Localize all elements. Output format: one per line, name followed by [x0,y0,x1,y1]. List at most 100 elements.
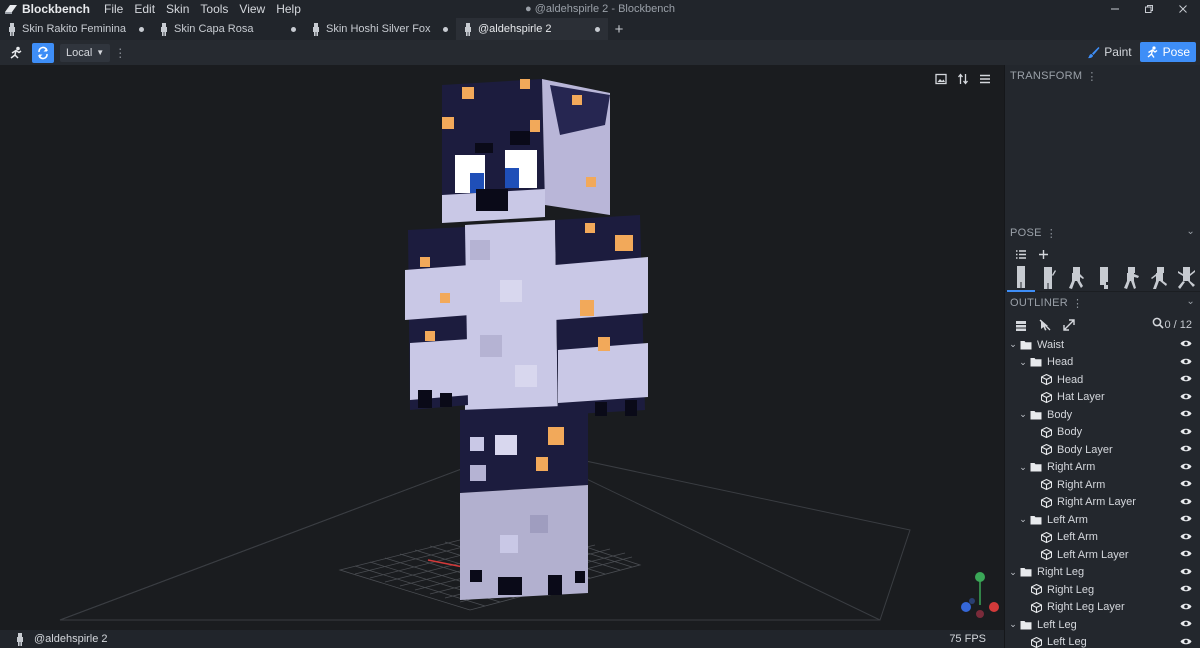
pose-panel-header[interactable]: POSE ⋮ ⌄ [1005,222,1200,244]
visibility-eye-icon[interactable] [1180,619,1192,631]
outliner-cube-row[interactable]: Right Leg Layer [1005,599,1200,617]
visibility-eye-icon[interactable] [1180,409,1192,421]
visibility-eye-icon[interactable] [1180,374,1192,386]
model-left-arm[interactable] [555,215,648,416]
viewport-menu-button[interactable] [974,69,996,89]
outliner-cube-row[interactable]: Hat Layer [1005,389,1200,407]
toolbar-more-icon[interactable]: ⋮ [114,46,126,60]
pose-preset-wave[interactable] [1035,264,1063,292]
pose-list-button[interactable] [1010,249,1032,260]
model-body[interactable] [465,220,558,435]
pose-preset-walk[interactable] [1062,264,1090,292]
menu-help[interactable]: Help [276,2,301,16]
pose-preset-sit[interactable] [1090,264,1118,292]
model-right-arm[interactable] [405,227,470,410]
axis-gizmo[interactable] [961,572,999,618]
expand-all-button[interactable] [1057,319,1081,331]
pose-tool-button[interactable] [5,43,27,63]
model-legs[interactable] [460,405,588,600]
pose-preset-jump[interactable] [1172,264,1200,292]
new-tab-button[interactable]: + [608,18,630,40]
unsaved-dot-icon[interactable] [291,26,296,32]
visibility-eye-icon[interactable] [1180,479,1192,491]
visibility-eye-icon[interactable] [1180,637,1192,648]
chevron-down-icon[interactable]: ⌄ [1017,357,1029,368]
add-pose-button[interactable] [1032,249,1054,260]
outliner-panel-header[interactable]: OUTLINER ⋮ ⌄ [1005,292,1200,314]
sort-button[interactable] [952,69,974,89]
tab-skin-rakito-feminina[interactable]: Skin Rakito Feminina [0,18,152,40]
menu-edit[interactable]: Edit [134,2,155,16]
outliner-cube-row[interactable]: Body Layer [1005,441,1200,459]
paint-mode-button[interactable]: Paint [1081,42,1137,62]
outliner-group-row[interactable]: ⌄ Waist [1005,336,1200,354]
visibility-eye-icon[interactable] [1180,427,1192,439]
pose-preset-default[interactable] [1007,264,1035,292]
outliner-group-row[interactable]: ⌄ Body [1005,406,1200,424]
unsaved-dot-icon[interactable] [595,26,600,32]
more-icon[interactable]: ⋮ [1046,227,1057,240]
more-icon[interactable]: ⋮ [1086,70,1097,83]
menu-file[interactable]: File [104,2,123,16]
outliner-cube-row[interactable]: Left Arm Layer [1005,546,1200,564]
outliner-list-toggle[interactable] [1009,320,1033,331]
chevron-down-icon[interactable]: ⌄ [1007,567,1019,578]
visibility-eye-icon[interactable] [1180,514,1192,526]
scene-canvas[interactable] [0,65,1004,630]
unsaved-dot-icon[interactable] [139,26,144,32]
visibility-eye-icon[interactable] [1180,357,1192,369]
chevron-down-icon[interactable]: ⌄ [1186,296,1195,307]
visibility-eye-icon[interactable] [1180,497,1192,509]
pose-preset-point[interactable] [1117,264,1145,292]
tab-skin-capa-rosa[interactable]: Skin Capa Rosa [152,18,304,40]
visibility-eye-icon[interactable] [1180,339,1192,351]
visibility-eye-icon[interactable] [1180,567,1192,579]
outliner-cube-row[interactable]: Right Leg [1005,581,1200,599]
pose-mode-button[interactable]: Pose [1139,42,1196,62]
menu-tools[interactable]: Tools [200,2,228,16]
chevron-down-icon[interactable]: ⌄ [1007,619,1019,630]
visibility-eye-icon[interactable] [1180,584,1192,596]
outliner-group-row[interactable]: ⌄ Head [1005,354,1200,372]
visibility-eye-icon[interactable] [1180,462,1192,474]
outliner-search-button[interactable] [1152,317,1164,332]
skin-model[interactable] [405,79,648,600]
outliner-cube-row[interactable]: Head [1005,371,1200,389]
unsaved-dot-icon[interactable] [443,26,448,32]
tab-skin-hoshi-silver-fox[interactable]: Skin Hoshi Silver Fox [304,18,456,40]
pose-preset-run[interactable] [1145,264,1173,292]
outliner-group-row[interactable]: ⌄ Left Arm [1005,511,1200,529]
3d-viewport[interactable] [0,65,1004,630]
outliner-group-row[interactable]: ⌄ Right Leg [1005,564,1200,582]
outliner-cube-row[interactable]: Right Arm [1005,476,1200,494]
screenshot-button[interactable] [930,69,952,89]
outliner-group-row[interactable]: ⌄ Left Leg [1005,616,1200,634]
visibility-eye-icon[interactable] [1180,602,1192,614]
tab-aldehspirle-2[interactable]: @aldehspirle 2 [456,18,608,40]
chevron-down-icon[interactable]: ⌄ [1017,409,1029,420]
outliner-cube-row[interactable]: Right Arm Layer [1005,494,1200,512]
visibility-eye-icon[interactable] [1180,444,1192,456]
outliner-group-row[interactable]: ⌄ Right Arm [1005,459,1200,477]
minimize-button[interactable] [1098,0,1132,18]
chevron-down-icon[interactable]: ⌄ [1007,339,1019,350]
model-head[interactable] [442,79,610,223]
toggle-locked-button[interactable] [1033,319,1057,331]
transform-space-select[interactable]: Local ▼ [60,43,111,62]
menu-skin[interactable]: Skin [166,2,189,16]
close-button[interactable] [1166,0,1200,18]
chevron-down-icon[interactable]: ⌄ [1186,226,1195,237]
visibility-eye-icon[interactable] [1180,549,1192,561]
chevron-down-icon[interactable]: ⌄ [1017,514,1029,525]
outliner-cube-row[interactable]: Body [1005,424,1200,442]
outliner-cube-row[interactable]: Left Arm [1005,529,1200,547]
visibility-eye-icon[interactable] [1180,532,1192,544]
restore-button[interactable] [1132,0,1166,18]
chevron-down-icon[interactable]: ⌄ [1017,462,1029,473]
transform-panel-header[interactable]: TRANSFORM ⋮ [1005,65,1200,87]
more-icon[interactable]: ⋮ [1072,297,1083,310]
menu-view[interactable]: View [239,2,265,16]
outliner-cube-row[interactable]: Left Leg [1005,634,1200,648]
visibility-eye-icon[interactable] [1180,392,1192,404]
rotate-tool-button[interactable] [32,42,54,63]
